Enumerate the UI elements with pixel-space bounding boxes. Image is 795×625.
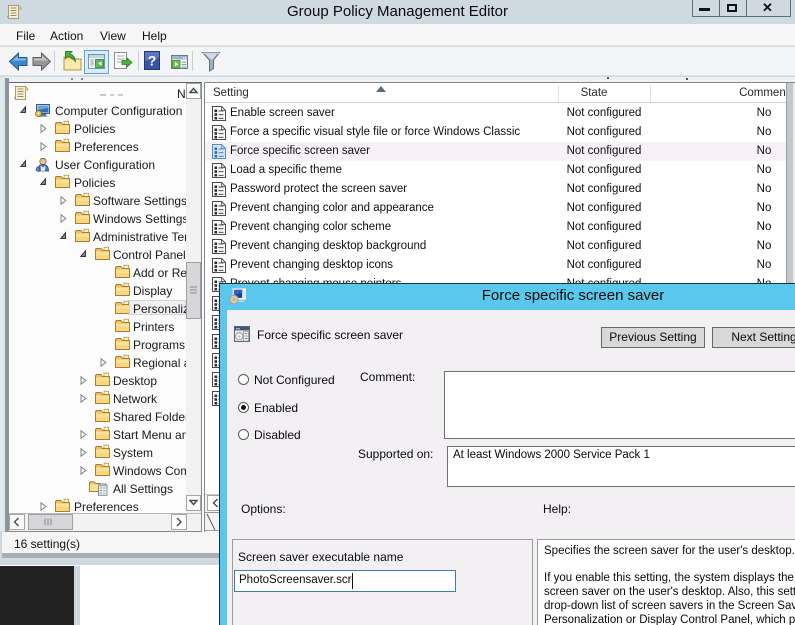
svg-text:?: ? — [148, 53, 157, 69]
